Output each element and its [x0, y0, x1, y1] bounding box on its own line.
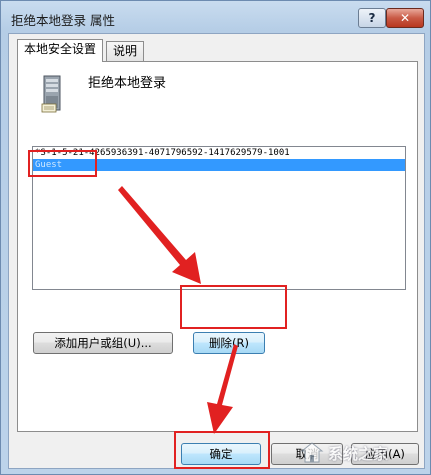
list-item-sid[interactable]: *S-1-5-21-4265936391-4071796592-14176295… [33, 147, 405, 159]
close-button[interactable]: ✕ [386, 8, 424, 28]
watermark-logo-icon [300, 442, 324, 463]
user-list[interactable]: *S-1-5-21-4265936391-4071796592-14176295… [32, 146, 406, 290]
window-title: 拒绝本地登录 属性 [11, 13, 115, 28]
tab-panel: 拒绝本地登录 *S-1-5-21-4265936391-4071796592-1… [17, 61, 418, 432]
dialog-window: 拒绝本地登录 属性 ? ✕ 本地安全设置 说明 拒绝本地登录 *S-1-5-21… [0, 0, 431, 475]
help-button[interactable]: ? [358, 8, 386, 28]
watermark: 系统之家 [300, 437, 428, 469]
tab-local-security-setting[interactable]: 本地安全设置 [17, 39, 104, 62]
watermark-text: 系统之家 [328, 444, 389, 463]
tab-explain[interactable]: 说明 [106, 41, 145, 62]
title-bar[interactable]: 拒绝本地登录 属性 ? ✕ [1, 1, 430, 33]
remove-button[interactable]: 删除(R) [193, 332, 265, 354]
add-user-or-group-button[interactable]: 添加用户或组(U)... [33, 332, 173, 354]
policy-heading: 拒绝本地登录 [88, 76, 167, 91]
dialog-client-area: 本地安全设置 说明 拒绝本地登录 *S-1-5-21-4265936391-40… [8, 33, 425, 469]
ok-button[interactable]: 确定 [181, 443, 261, 465]
server-icon [41, 75, 61, 113]
list-item-guest[interactable]: Guest [33, 159, 405, 171]
